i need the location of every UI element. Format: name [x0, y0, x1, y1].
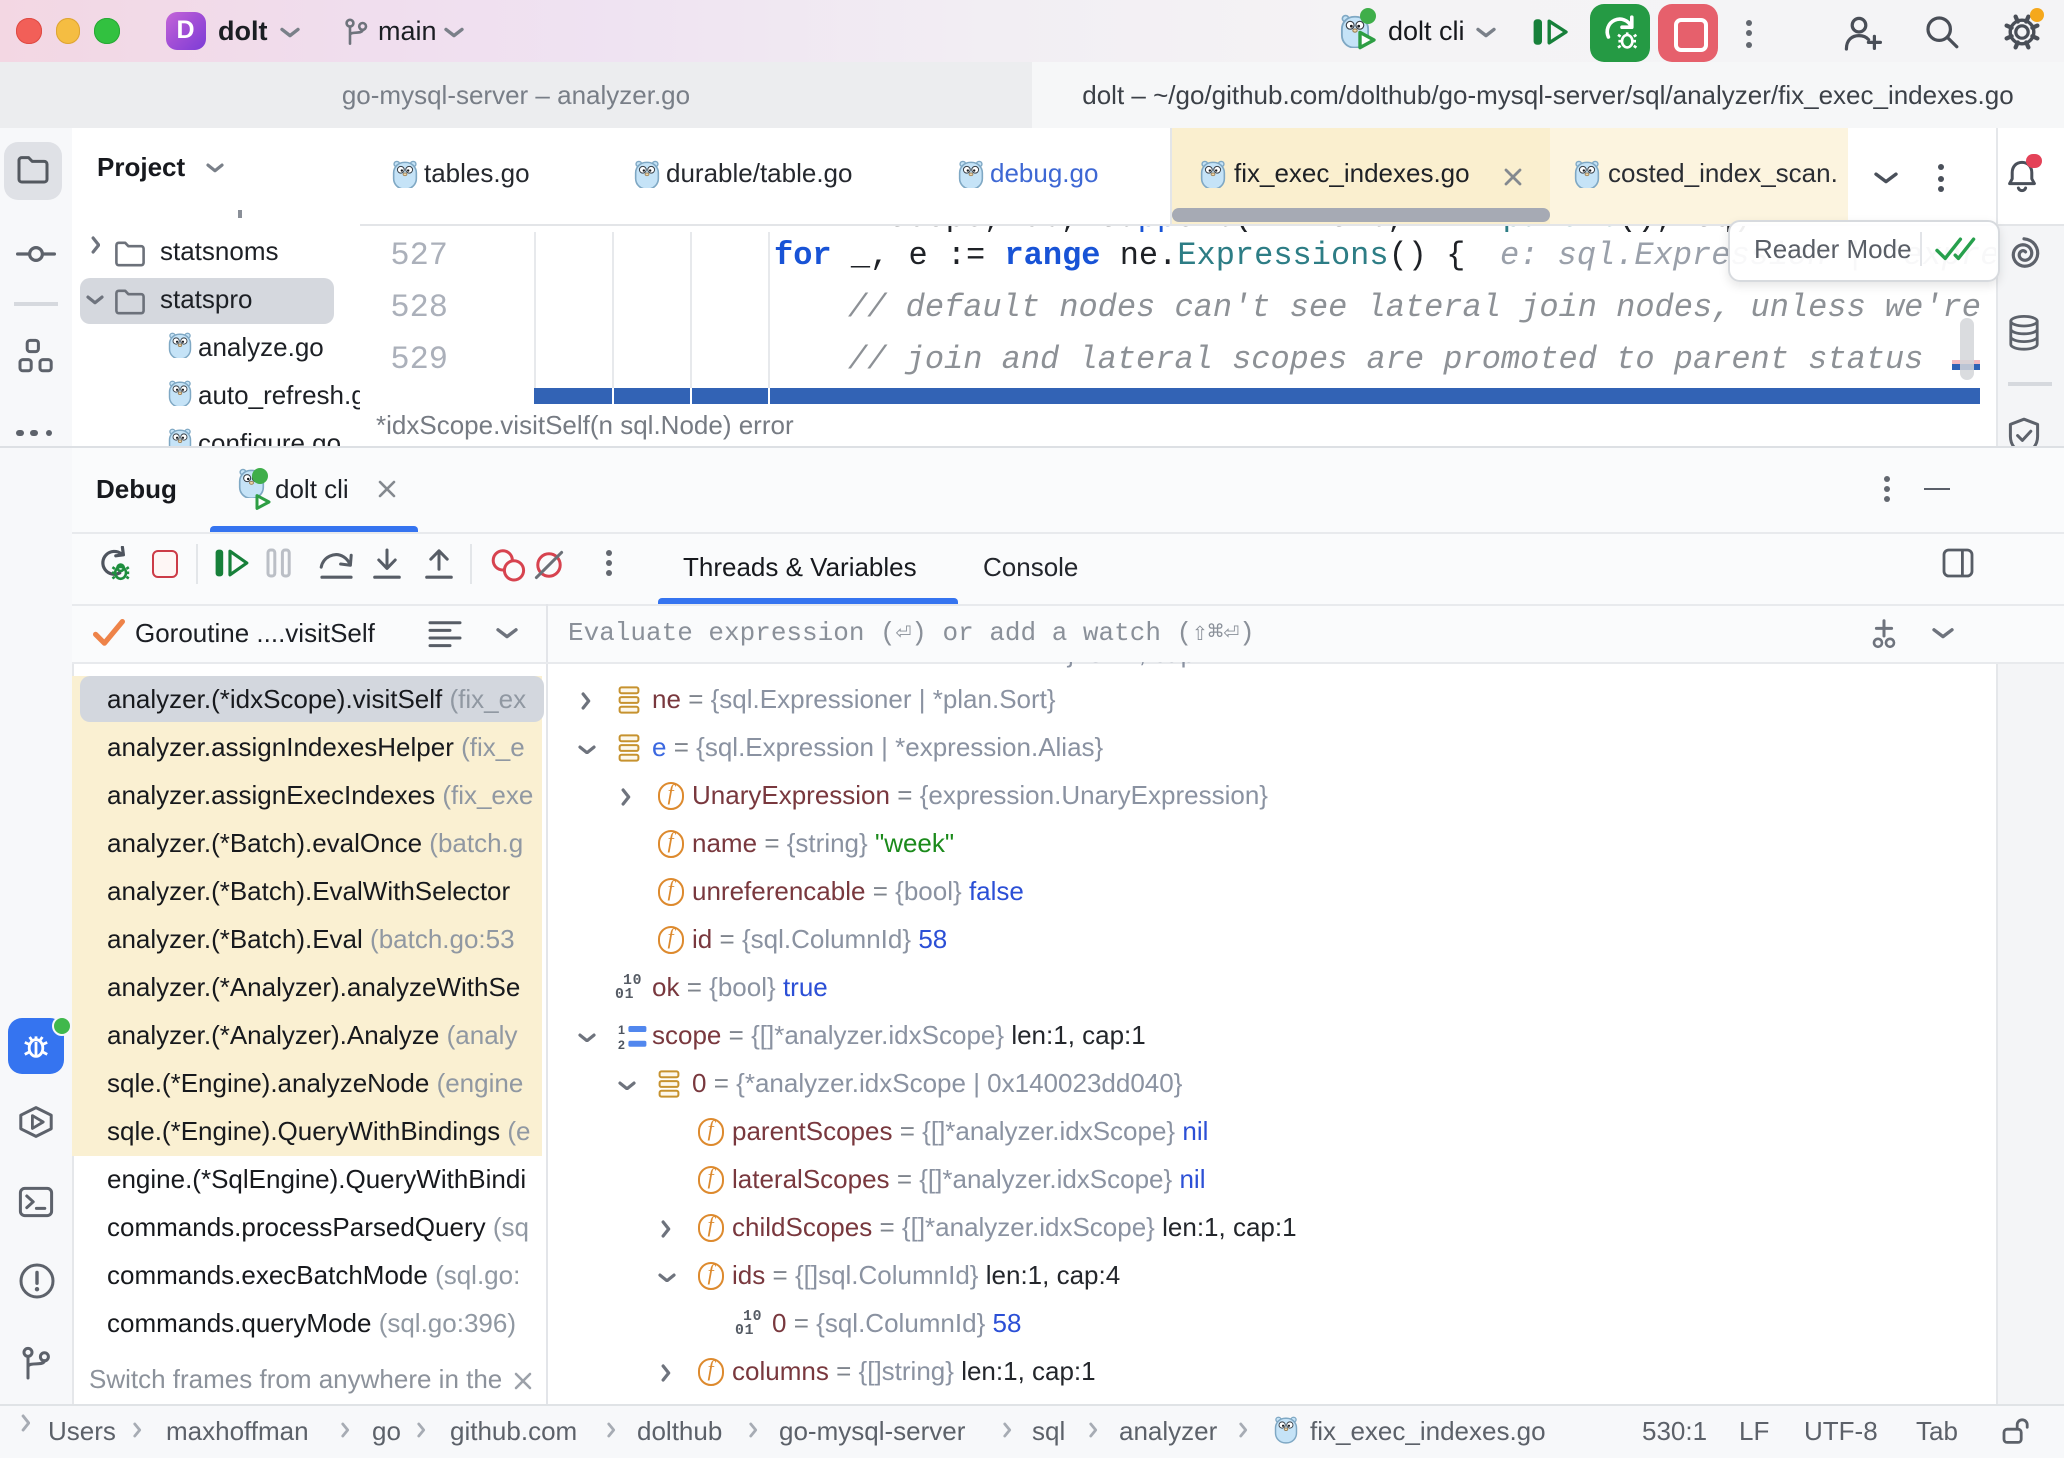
svg-text:1: 1	[617, 1023, 624, 1036]
svg-text:2: 2	[617, 1037, 624, 1049]
